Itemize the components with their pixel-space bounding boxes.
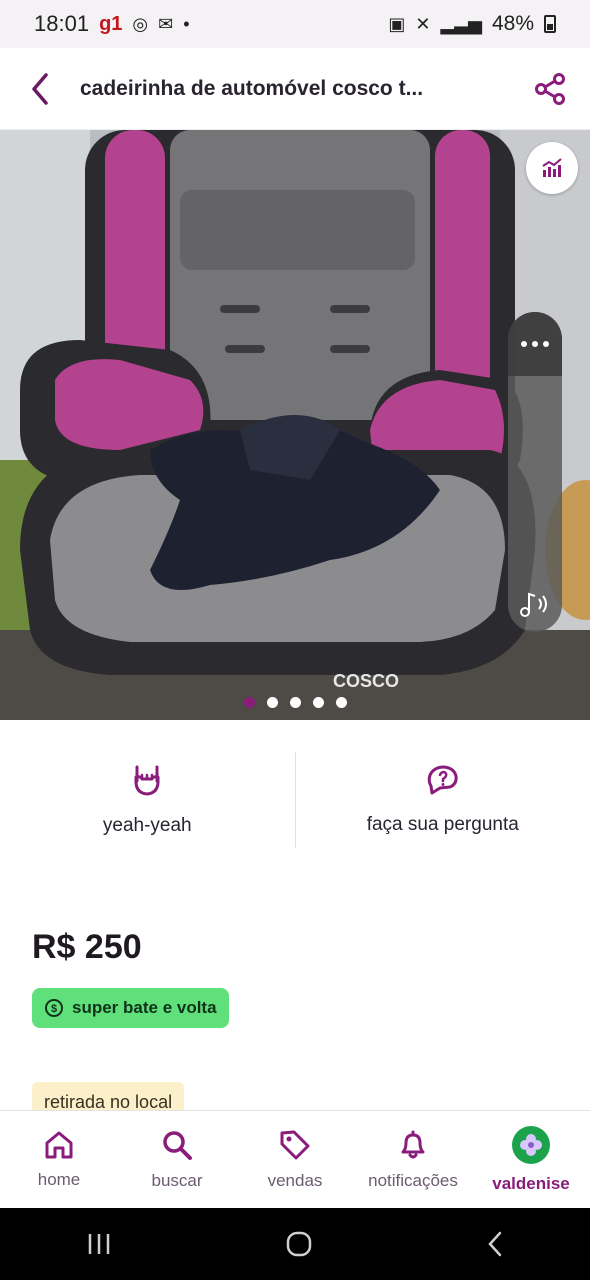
yeah-yeah-button[interactable]: yeah-yeah: [0, 740, 295, 860]
share-icon: [535, 72, 565, 105]
super-bate-volta-badge[interactable]: $ super bate e volta: [32, 988, 229, 1028]
cashback-icon: $: [45, 999, 63, 1017]
svg-text:$: $: [51, 1003, 57, 1015]
home-icon: [45, 1131, 73, 1158]
bell-icon: [401, 1130, 425, 1158]
price: R$ 250: [32, 928, 142, 966]
floating-side-panel[interactable]: [508, 312, 562, 632]
carousel-dot[interactable]: [289, 697, 301, 708]
more-notifications-icon: •: [183, 13, 190, 34]
back-button[interactable]: [0, 48, 80, 130]
car-seat-image: COSCO: [0, 130, 590, 720]
recent-apps-icon[interactable]: [86, 1232, 112, 1256]
share-button[interactable]: [510, 48, 590, 130]
battery-percent: 48%: [491, 12, 534, 35]
product-photo[interactable]: COSCO: [0, 130, 590, 720]
back-nav-icon[interactable]: [486, 1230, 504, 1258]
nav-sales-label: vendas: [267, 1170, 323, 1190]
battery-icon: [544, 15, 556, 33]
carousel-dot[interactable]: [335, 697, 347, 708]
sound-toggle[interactable]: [508, 590, 562, 618]
carousel-dot-active[interactable]: [243, 697, 255, 708]
nav-notifications[interactable]: notificações: [354, 1111, 472, 1208]
chevron-left-icon: [32, 72, 48, 105]
rock-hand-icon: [134, 765, 160, 796]
carousel-dot[interactable]: [312, 697, 324, 708]
brand-logo-text: COSCO: [333, 671, 399, 691]
nav-sales[interactable]: vendas: [236, 1111, 354, 1208]
nav-home[interactable]: home: [0, 1111, 118, 1208]
bottom-navigation: home buscar vendas notificações valdenis…: [0, 1110, 590, 1208]
home-circle-icon[interactable]: [285, 1230, 313, 1258]
search-icon: [163, 1130, 192, 1160]
question-bubble-icon: [427, 765, 458, 795]
avatar: [512, 1125, 550, 1164]
ask-question-label: faça sua pergunta: [366, 814, 519, 835]
alarm-icon: ▣: [388, 13, 406, 34]
super-bate-volta-label: super bate e volta: [72, 998, 217, 1017]
top-app-bar: cadeirinha de automóvel cosco t...: [0, 48, 590, 130]
action-row: yeah-yeah faça sua pergunta: [0, 740, 590, 860]
page-title: cadeirinha de automóvel cosco t...: [80, 76, 424, 100]
yeah-yeah-label: yeah-yeah: [102, 815, 192, 836]
music-sound-icon: [520, 592, 547, 617]
g1-app-icon: g1: [99, 12, 123, 35]
carousel-dot[interactable]: [266, 697, 278, 708]
status-time: 18:01: [34, 11, 90, 36]
ask-question-button[interactable]: faça sua pergunta: [296, 740, 590, 860]
system-navigation-bar: [0, 1208, 590, 1280]
nav-profile-label: valdenise: [492, 1173, 570, 1193]
status-bar: 18:01 g1 ◎ ✉ • ▣ ✕ ▂▃▅ 48%: [0, 0, 590, 48]
more-options-icon[interactable]: [508, 312, 562, 376]
nav-search[interactable]: buscar: [118, 1111, 236, 1208]
stats-button[interactable]: [526, 142, 578, 194]
gmail-icon: ✉: [158, 13, 174, 34]
whatsapp-icon: ◎: [132, 13, 149, 34]
trending-chart-icon: [542, 158, 562, 177]
carousel-indicator[interactable]: [0, 697, 590, 708]
mute-icon: ✕: [415, 13, 431, 34]
nav-notifications-label: notificações: [368, 1170, 458, 1190]
tag-icon: [280, 1130, 310, 1159]
signal-icon: ▂▃▅: [440, 13, 482, 34]
nav-home-label: home: [37, 1169, 81, 1189]
flower-avatar-icon: [520, 1133, 542, 1156]
nav-search-label: buscar: [151, 1170, 203, 1190]
nav-profile[interactable]: valdenise: [472, 1111, 590, 1208]
